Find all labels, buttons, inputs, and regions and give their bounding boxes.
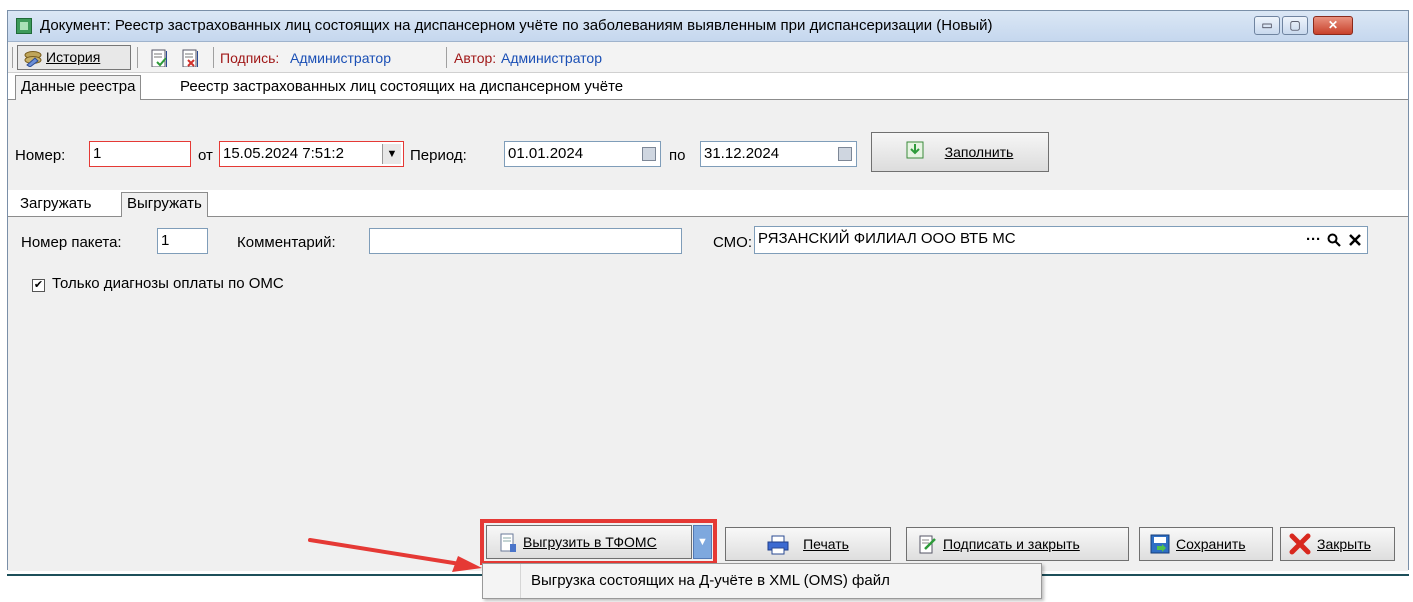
- sign-doc-icon: [919, 535, 936, 554]
- to-label: по: [669, 147, 686, 164]
- menu-gutter: [520, 564, 521, 598]
- sign-label: Подпись:: [220, 50, 280, 66]
- document-export-icon: [500, 533, 516, 552]
- toolbar-separator: [446, 47, 447, 68]
- tab-registry-data[interactable]: Данные реестра: [15, 75, 142, 100]
- title-bar: Документ: Реестр застрахованных лиц сост…: [8, 11, 1408, 42]
- history-icon: [24, 51, 42, 67]
- fill-button[interactable]: Заполнить: [871, 132, 1049, 172]
- download-icon: [906, 141, 924, 159]
- sign-value: Администратор: [290, 50, 392, 66]
- tab-insured-registry[interactable]: Реестр застрахованных лиц состоящих на д…: [175, 75, 628, 99]
- annotation-arrow-icon: [308, 538, 482, 572]
- window-title: Документ: Реестр застрахованных лиц сост…: [40, 17, 993, 34]
- maximize-button[interactable]: ▢: [1282, 16, 1308, 35]
- toolbar: История Подпись: Администратор Автор: Ад…: [8, 42, 1408, 73]
- menu-item-export-xml[interactable]: Выгрузка состоящих на Д-учёте в XML (OMS…: [531, 572, 890, 589]
- save-icon: [1150, 534, 1170, 554]
- calendar-icon[interactable]: [838, 147, 852, 161]
- export-dropdown-menu: Выгрузка состоящих на Д-учёте в XML (OMS…: [482, 563, 1042, 599]
- chevron-down-icon[interactable]: ▼: [382, 144, 401, 164]
- document-window: Документ: Реестр застрахованных лиц сост…: [7, 10, 1409, 571]
- toolbar-separator: [213, 47, 214, 68]
- export-dropdown-chevron-icon[interactable]: ▼: [693, 525, 712, 559]
- period-start-input[interactable]: 01.01.2024: [504, 141, 661, 167]
- period-label: Период:: [410, 147, 467, 164]
- calendar-icon[interactable]: [642, 147, 656, 161]
- export-tfoms-label: Выгрузить в ТФОМС: [523, 534, 657, 550]
- document-icon: [16, 18, 32, 34]
- sub-tabstrip: Загружать Выгружать: [8, 190, 1408, 217]
- number-input[interactable]: 1: [89, 141, 191, 167]
- package-label: Номер пакета:: [21, 234, 122, 251]
- date-input[interactable]: 15.05.2024 7:51:2 ▼: [219, 141, 404, 167]
- package-number-input[interactable]: 1: [157, 228, 208, 254]
- author-value: Администратор: [501, 50, 603, 66]
- history-button[interactable]: История: [17, 45, 131, 70]
- number-label: Номер:: [15, 147, 66, 164]
- only-oms-checkbox[interactable]: ✔: [32, 279, 45, 292]
- smo-value: РЯЗАНСКИЙ ФИЛИАЛ ООО ВТБ МС: [758, 230, 1016, 247]
- period-start-value: 01.01.2024: [508, 145, 584, 162]
- toolbar-separator: [137, 47, 138, 68]
- only-oms-label: Только диагнозы оплаты по ОМС: [52, 275, 284, 292]
- sign-and-close-label: Подписать и закрыть: [943, 536, 1080, 552]
- date-value: 15.05.2024 7:51:2: [223, 145, 344, 162]
- close-window-button[interactable]: ✕: [1313, 16, 1353, 35]
- printer-icon: [767, 535, 789, 555]
- author-label: Автор:: [454, 50, 497, 66]
- from-label: от: [198, 147, 213, 164]
- tab-load[interactable]: Загружать: [15, 192, 96, 216]
- sign-and-close-button[interactable]: Подписать и закрыть: [906, 527, 1129, 561]
- clear-icon[interactable]: [1348, 233, 1362, 247]
- toolbar-grip: [12, 47, 13, 68]
- close-label: Закрыть: [1317, 536, 1371, 552]
- reject-doc-icon[interactable]: [182, 49, 198, 67]
- period-end-input[interactable]: 31.12.2024: [700, 141, 857, 167]
- close-button[interactable]: Закрыть: [1280, 527, 1395, 561]
- export-tfoms-button[interactable]: Выгрузить в ТФОМС: [486, 525, 692, 559]
- more-icon[interactable]: ···: [1306, 228, 1321, 252]
- tab-export[interactable]: Выгружать: [121, 192, 208, 217]
- minimize-button[interactable]: ▭: [1254, 16, 1280, 35]
- print-button[interactable]: Печать: [725, 527, 891, 561]
- period-end-value: 31.12.2024: [704, 145, 780, 162]
- approve-doc-icon[interactable]: [151, 49, 167, 67]
- main-tabstrip: Данные реестра Реестр застрахованных лиц…: [8, 73, 1408, 100]
- search-icon[interactable]: [1327, 233, 1341, 247]
- close-x-icon: [1289, 533, 1311, 555]
- history-label: История: [46, 49, 101, 65]
- smo-input[interactable]: РЯЗАНСКИЙ ФИЛИАЛ ООО ВТБ МС ···: [754, 226, 1368, 254]
- save-label: Сохранить: [1176, 536, 1246, 552]
- save-button[interactable]: Сохранить: [1139, 527, 1273, 561]
- smo-label: СМО:: [713, 234, 752, 251]
- comment-label: Комментарий:: [237, 234, 336, 251]
- comment-input[interactable]: [369, 228, 682, 254]
